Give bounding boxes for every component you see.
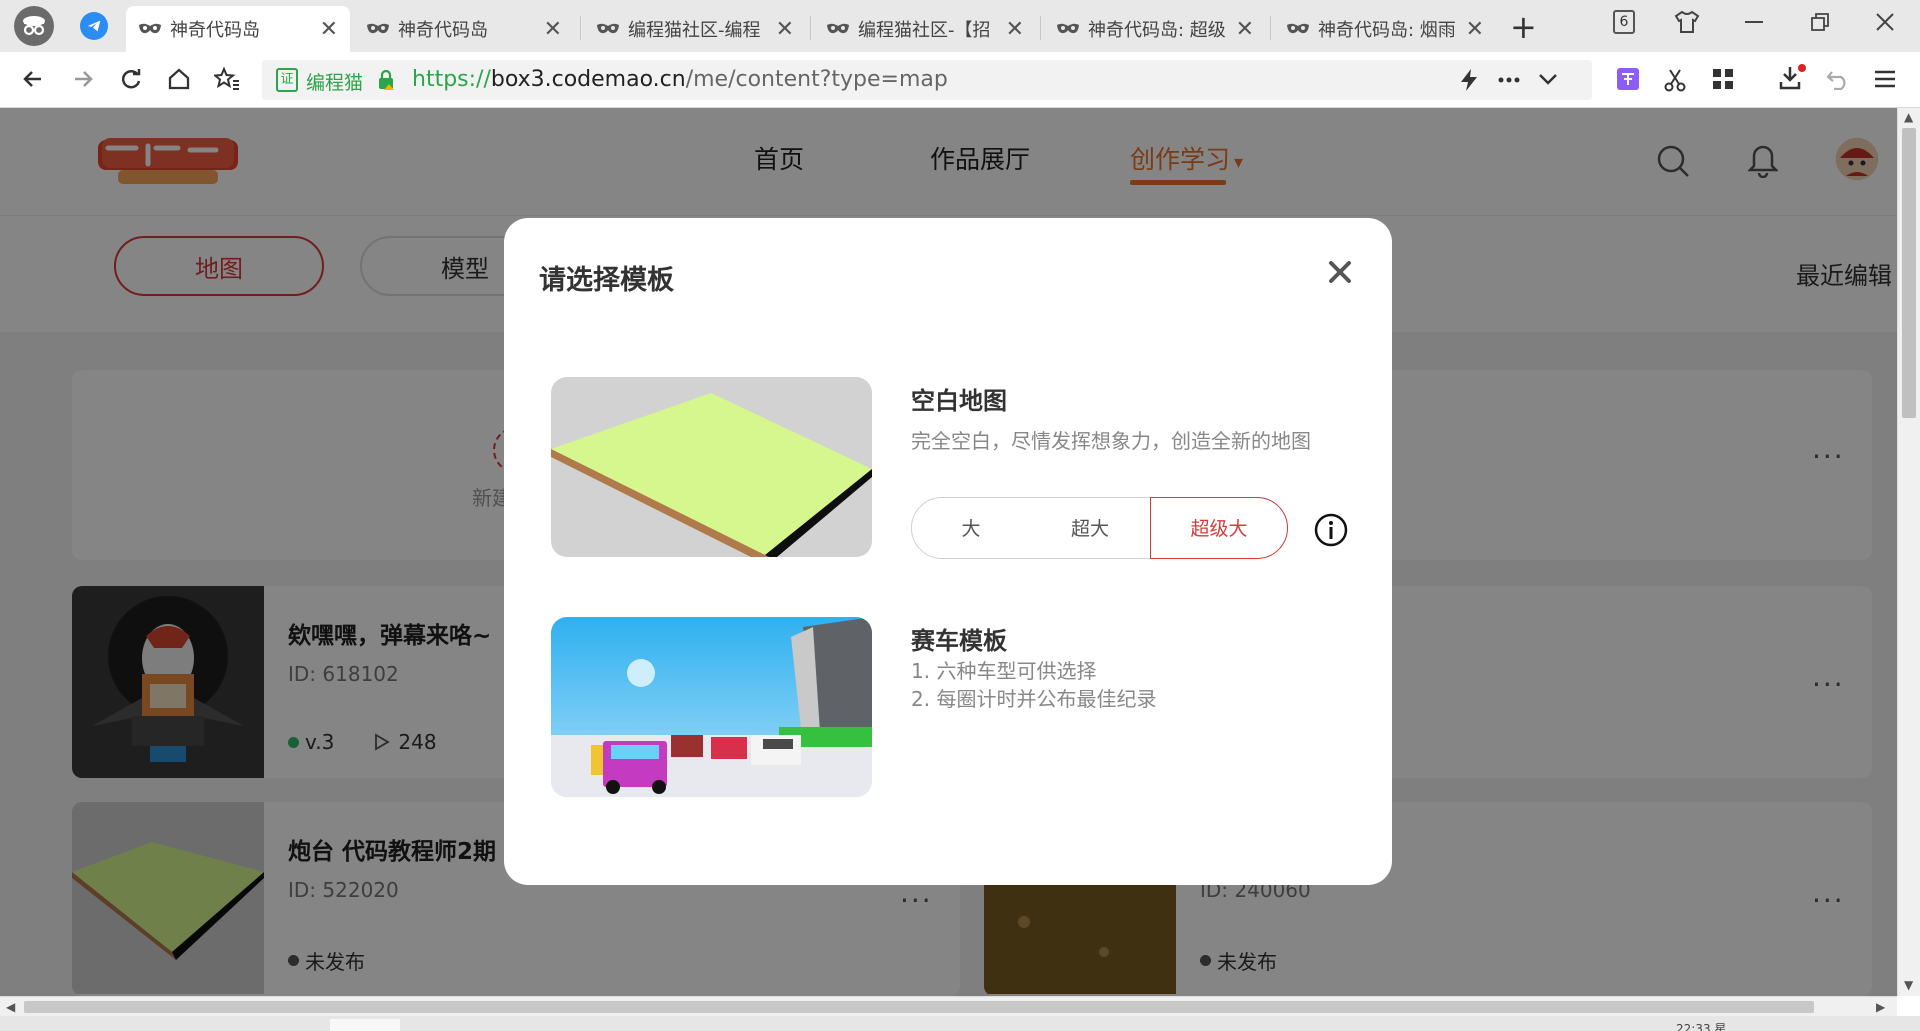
tab-close-icon[interactable]: ✕ [1466,17,1484,42]
more-options-icon[interactable] [1498,77,1520,83]
blank-map-thumbnail[interactable] [551,377,872,557]
scroll-down-icon[interactable]: ▼ [1904,978,1913,992]
browser-tab-bar: 神奇代码岛 ✕ 神奇代码岛 ✕ 编程猫社区-编程 ✕ 编程猫社区-【招 ✕ 神奇… [0,0,1920,52]
apps-grid-icon[interactable] [1712,68,1734,90]
mask-icon [827,23,849,34]
shirt-icon[interactable] [1674,10,1700,34]
tab-label: 编程猫社区-【招 [858,20,991,41]
tab-count-badge[interactable]: 6 [1613,10,1635,34]
template-picker-modal: 请选择模板 空白地图 完全空白，尽情发挥想象力，创造全新的地图 大 超大 超级大 [504,218,1392,885]
tab-2[interactable]: 编程猫社区-编程 ✕ [584,6,806,52]
download-icon[interactable] [1778,64,1806,92]
tab-label: 编程猫社区-编程 [628,20,761,41]
minimize-icon[interactable] [1745,20,1763,24]
url-text[interactable]: https://box3.codemao.cn/me/content?type=… [412,67,948,92]
modal-title: 请选择模板 [539,265,674,296]
tab-close-icon[interactable]: ✕ [1236,17,1254,42]
tab-label: 神奇代码岛 [170,20,260,41]
translate-icon[interactable] [1617,68,1639,90]
template-description: 完全空白，尽情发挥想象力，创造全新的地图 [911,429,1311,453]
tab-separator [810,16,811,40]
taskbar-edge: 22:33 星... [0,1016,1920,1031]
mask-icon [367,23,389,34]
tab-separator [580,16,581,40]
home-icon[interactable] [164,64,194,94]
template-feature-line: 2. 每圈计时并公布最佳纪录 [911,687,1157,711]
tab-close-icon[interactable]: ✕ [776,17,794,42]
taskbar-clock: 22:33 星... [1676,1022,1738,1031]
lightning-icon[interactable] [1458,68,1480,92]
url-box[interactable]: 证 编程猫 https://box3.codemao.cn/me/content… [262,60,1592,100]
size-option-xlarge[interactable]: 超大 [1030,498,1150,557]
vertical-scrollbar-thumb[interactable] [1902,128,1916,418]
horizontal-scrollbar[interactable]: ◀ ▶ [0,996,1897,1016]
template-feature-line: 1. 六种车型可供选择 [911,659,1097,683]
close-window-icon[interactable] [1875,12,1895,32]
tab-1[interactable]: 神奇代码岛 ✕ [354,6,574,52]
browser-logo-icon[interactable] [14,6,54,46]
url-path: /me/content?type=map [685,67,948,92]
back-icon[interactable] [18,64,48,94]
tab-label: 神奇代码岛 [398,20,488,41]
template-name: 空白地图 [911,387,1007,415]
taskbar-item [330,1019,400,1031]
tab-separator [1040,16,1041,40]
forward-icon[interactable] [68,64,98,94]
restore-icon[interactable] [1810,12,1830,32]
template-name: 赛车模板 [911,627,1007,655]
scroll-left-icon[interactable]: ◀ [6,1000,15,1014]
lock-icon[interactable] [378,70,394,90]
mask-icon [597,23,619,34]
template-racing: 赛车模板 1. 六种车型可供选择 2. 每圈计时并公布最佳纪录 [551,617,1351,797]
reload-icon[interactable] [116,64,146,94]
vertical-scrollbar[interactable]: ▲ ▼ [1897,108,1920,996]
map-size-selector: 大 超大 超级大 [911,496,1288,559]
mask-icon [1057,23,1079,34]
cert-label[interactable]: 编程猫 [306,68,363,95]
tab-label: 神奇代码岛: 超级 [1088,20,1226,41]
horizontal-scrollbar-thumb[interactable] [24,1001,1814,1013]
scroll-right-icon[interactable]: ▶ [1876,1000,1885,1014]
tab-0[interactable]: 神奇代码岛 ✕ [126,6,350,52]
tab-close-icon[interactable]: ✕ [1006,17,1024,42]
url-host: box3.codemao.cn [490,67,686,92]
chevron-down-icon[interactable] [1538,72,1558,86]
url-protocol: https:// [412,67,491,92]
new-tab-button[interactable]: + [1510,8,1537,46]
tab-4[interactable]: 神奇代码岛: 超级 ✕ [1044,6,1266,52]
tab-label: 神奇代码岛: 烟雨 [1318,20,1456,41]
pinned-tab-telegram-icon[interactable] [80,12,108,40]
scissors-icon[interactable] [1664,68,1686,92]
mask-icon [139,23,161,34]
size-option-large[interactable]: 大 [912,498,1030,557]
tab-separator [1270,16,1271,40]
racing-thumbnail[interactable] [551,617,872,797]
close-icon[interactable] [1322,254,1358,290]
mask-icon [1287,23,1309,34]
tab-5[interactable]: 神奇代码岛: 烟雨 ✕ [1274,6,1496,52]
address-bar: 证 编程猫 https://box3.codemao.cn/me/content… [0,52,1920,108]
cert-icon[interactable]: 证 [276,68,298,92]
tab-3[interactable]: 编程猫社区-【招 ✕ [814,6,1036,52]
tab-close-icon[interactable]: ✕ [544,17,562,42]
menu-icon[interactable] [1875,70,1895,88]
favorites-star-icon[interactable] [212,64,242,94]
scroll-up-icon[interactable]: ▲ [1904,110,1913,124]
undo-icon[interactable] [1826,68,1850,90]
info-icon[interactable] [1314,513,1348,547]
template-blank-map: 空白地图 完全空白，尽情发挥想象力，创造全新的地图 大 超大 超级大 [551,377,1351,559]
tab-close-icon[interactable]: ✕ [320,17,338,42]
size-option-xxlarge[interactable]: 超级大 [1150,496,1288,559]
